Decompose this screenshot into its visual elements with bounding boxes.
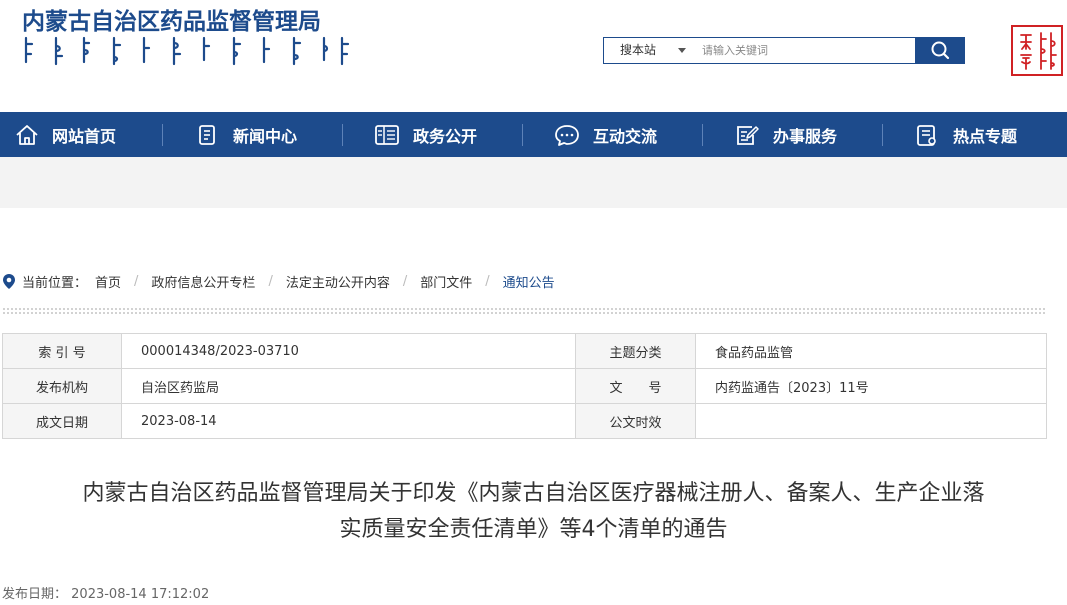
meta-key: 索 引 号: [2, 333, 122, 369]
nav-divider: [342, 124, 343, 146]
nav-item-label: 新闻中心: [233, 126, 298, 146]
breadcrumb-dept-docs[interactable]: 部门文件: [420, 272, 472, 291]
sub-banner: [0, 157, 1067, 208]
breadcrumb-separator: /: [402, 273, 408, 289]
search-box: 搜本站: [603, 37, 916, 64]
gov-affairs-icon: [375, 124, 399, 145]
article-title-line: 内蒙古自治区药品监督管理局关于印发《内蒙古自治区医疗器械注册人、备案人、生产企业…: [82, 481, 985, 506]
meta-value: 食品药品监管: [695, 333, 1047, 369]
breadcrumb: 当前位置： 首页 / 政府信息公开专栏 / 法定主动公开内容 / 部门文件 / …: [2, 271, 555, 291]
breadcrumb-separator: /: [485, 273, 490, 289]
nav-item-services[interactable]: 办事服务: [733, 112, 837, 157]
main-navbar: 网站首页 新闻中心 政务公开 互动交流 办事服务 热点专题: [0, 112, 1067, 157]
nav-item-label: 办事服务: [773, 126, 838, 146]
publish-date-value: 2023-08-14 17:12:02: [71, 587, 210, 602]
seal-logo: [1011, 25, 1063, 76]
nav-item-news[interactable]: 新闻中心: [195, 112, 297, 157]
meta-key: 文 号: [575, 368, 696, 404]
meta-value: 内药监通告〔2023〕11号: [695, 368, 1047, 404]
meta-value: 自治区药监局: [121, 368, 576, 404]
nav-item-label: 政务公开: [413, 126, 478, 146]
breadcrumb-home[interactable]: 首页: [95, 272, 121, 291]
meta-value: [695, 403, 1047, 439]
article-title-line: 实质量安全责任清单》等4个清单的通告: [339, 517, 728, 542]
home-icon: [16, 124, 38, 145]
meta-value: 2023-08-14: [121, 403, 576, 439]
nav-item-label: 热点专题: [953, 126, 1018, 146]
document-meta-table: 索 引 号 000014348/2023-03710 主题分类 食品药品监管 发…: [2, 333, 1047, 439]
breadcrumb-separator: /: [134, 273, 139, 289]
mongolian-script-logo: [24, 36, 350, 66]
table-row: 发布机构 自治区药监局 文 号 内药监通告〔2023〕11号: [2, 368, 1047, 404]
breadcrumb-notices[interactable]: 通知公告: [503, 272, 555, 291]
meta-key: 主题分类: [575, 333, 696, 369]
nav-item-label: 互动交流: [593, 126, 658, 146]
nav-divider: [882, 124, 883, 146]
meta-key: 公文时效: [575, 403, 696, 439]
search-icon: [931, 41, 950, 60]
breadcrumb-gov-info[interactable]: 政府信息公开专栏: [151, 272, 255, 291]
meta-key: 成文日期: [2, 403, 122, 439]
search-input[interactable]: [702, 41, 907, 60]
site-header: 内蒙古自治区药品监督管理局 搜本站: [0, 0, 1067, 112]
table-row: 成文日期 2023-08-14 公文时效: [2, 403, 1047, 439]
search-button[interactable]: [916, 37, 965, 64]
nav-item-interaction[interactable]: 互动交流: [553, 112, 657, 157]
publish-date-label: 发布日期：: [2, 587, 68, 602]
location-pin-icon: [3, 273, 15, 289]
nav-divider: [522, 124, 523, 146]
breadcrumb-separator: /: [268, 273, 273, 289]
nav-divider: [702, 124, 703, 146]
chat-icon: [555, 124, 579, 146]
publish-date: 发布日期： 2023-08-14 17:12:02: [2, 583, 209, 602]
breadcrumb-label: 当前位置：: [22, 275, 88, 291]
table-row: 索 引 号 000014348/2023-03710 主题分类 食品药品监管: [2, 333, 1047, 369]
nav-item-home[interactable]: 网站首页: [14, 112, 116, 157]
meta-key: 发布机构: [2, 368, 122, 404]
chevron-down-icon: [678, 48, 686, 53]
news-icon: [199, 124, 215, 145]
article-title: 内蒙古自治区药品监督管理局关于印发《内蒙古自治区医疗器械注册人、备案人、生产企业…: [0, 476, 1067, 548]
topic-icon: [917, 124, 936, 146]
nav-item-label: 网站首页: [52, 126, 117, 146]
meta-value: 000014348/2023-03710: [121, 333, 576, 369]
nav-item-gov-affairs[interactable]: 政务公开: [373, 112, 477, 157]
site-title[interactable]: 内蒙古自治区药品监督管理局: [22, 2, 321, 36]
nav-item-topics[interactable]: 热点专题: [913, 112, 1017, 157]
dotted-divider: [2, 307, 1046, 315]
nav-divider: [162, 124, 163, 146]
service-icon: [737, 125, 759, 145]
search-scope-label: 搜本站: [620, 43, 657, 57]
breadcrumb-statutory[interactable]: 法定主动公开内容: [286, 272, 390, 291]
